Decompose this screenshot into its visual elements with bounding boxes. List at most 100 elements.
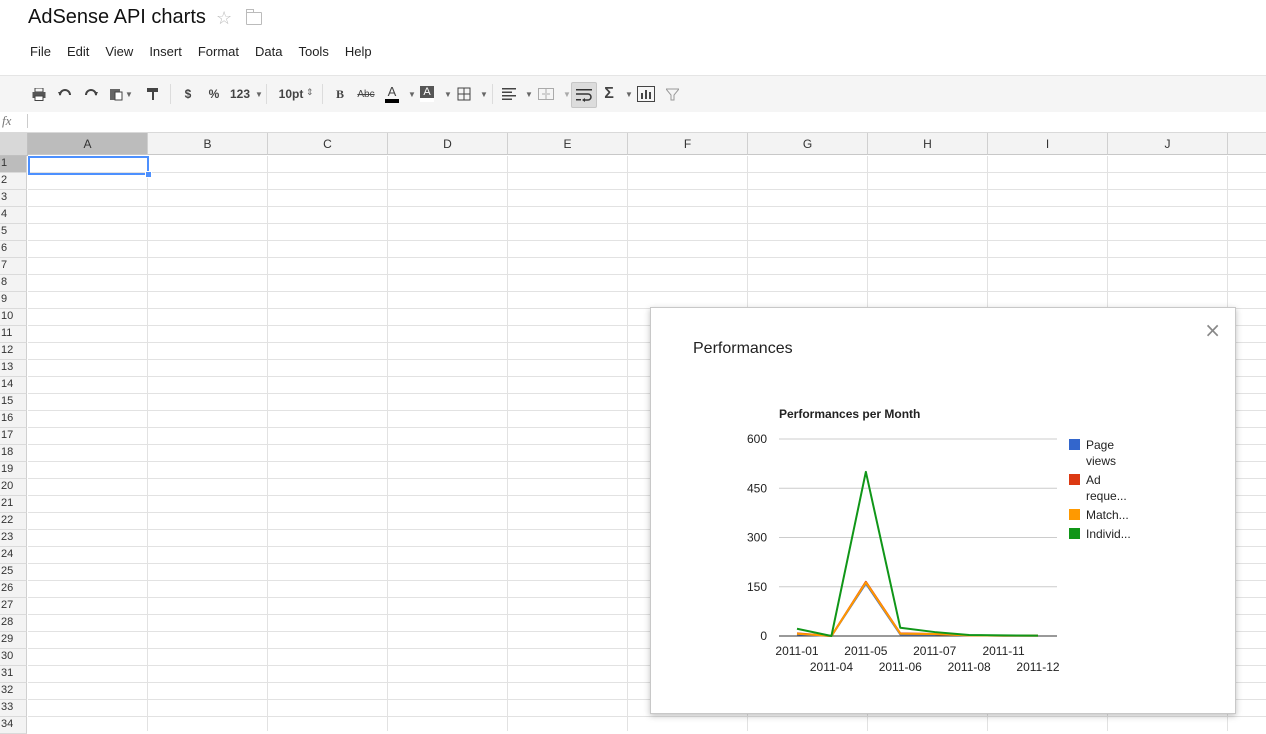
legend-label: reque... [1086,489,1127,503]
row-header-14[interactable]: 14 [0,377,27,394]
document-title[interactable]: AdSense API charts [28,6,206,29]
row-header-34[interactable]: 34 [0,717,27,734]
column-header-f[interactable]: F [628,133,748,155]
column-header-b[interactable]: B [148,133,268,155]
highlight-color-button[interactable]: A [417,82,437,106]
menu-insert[interactable]: Insert [149,44,182,59]
menu-help[interactable]: Help [345,44,372,59]
menu-tools[interactable]: Tools [298,44,328,59]
legend-swatch [1069,528,1080,539]
wrap-text-icon[interactable] [571,82,597,108]
fx-icon: fx [2,113,12,128]
x-tick-label: 2011-01 [775,644,818,658]
number-format-button[interactable]: 123 [228,82,252,106]
column-header-e[interactable]: E [508,133,628,155]
row-header-10[interactable]: 10 [0,309,27,326]
row-header-25[interactable]: 25 [0,564,27,581]
row-header-20[interactable]: 20 [0,479,27,496]
column-header-partial[interactable] [1228,133,1266,155]
chevron-down-icon[interactable]: ▼ [444,90,452,99]
row-header-12[interactable]: 12 [0,343,27,360]
filter-icon[interactable] [664,82,680,106]
folder-icon[interactable] [246,9,262,25]
column-header-j[interactable]: J [1108,133,1228,155]
percent-button[interactable]: % [206,82,222,106]
bold-button[interactable]: B [332,82,348,106]
row-header-24[interactable]: 24 [0,547,27,564]
legend-label: Page [1086,438,1114,452]
column-header-g[interactable]: G [748,133,868,155]
merge-icon[interactable] [536,82,556,106]
menu-edit[interactable]: Edit [67,44,89,59]
row-header-16[interactable]: 16 [0,411,27,428]
chart-panel[interactable]: × Performances Performances per Month 0 15… [650,307,1236,714]
chevron-down-icon[interactable]: ▼ [408,90,416,99]
column-header-h[interactable]: H [868,133,988,155]
currency-button[interactable]: $ [180,82,196,106]
row-header-11[interactable]: 11 [0,326,27,343]
undo-icon[interactable] [56,82,74,106]
row-header-2[interactable]: 2 [0,173,27,190]
chevron-down-icon[interactable]: ▼ [625,90,633,99]
select-all-corner[interactable] [0,133,28,156]
chevron-down-icon[interactable]: ▼ [525,90,533,99]
row-header-22[interactable]: 22 [0,513,27,530]
row-header-27[interactable]: 27 [0,598,27,615]
column-header-c[interactable]: C [268,133,388,155]
fill-handle[interactable] [145,171,152,178]
y-tick-label: 600 [747,432,767,446]
menu-file[interactable]: File [30,44,51,59]
row-header-9[interactable]: 9 [0,292,27,309]
row-header-15[interactable]: 15 [0,394,27,411]
column-header-i[interactable]: I [988,133,1108,155]
formula-bar: fx [0,112,1266,133]
row-header-18[interactable]: 18 [0,445,27,462]
row-header-23[interactable]: 23 [0,530,27,547]
legend-swatch [1069,509,1080,520]
row-header-21[interactable]: 21 [0,496,27,513]
chevron-down-icon[interactable]: ▼ [563,90,571,99]
legend-swatch [1069,439,1080,450]
row-header-4[interactable]: 4 [0,207,27,224]
column-header-d[interactable]: D [388,133,508,155]
functions-icon[interactable]: Σ [600,82,618,106]
stepper-arrows-icon[interactable]: ⇕ [306,87,314,98]
x-tick-label: 2011-05 [844,644,887,658]
star-icon[interactable]: ☆ [216,8,232,29]
strikethrough-button[interactable]: Abc [356,82,376,106]
redo-icon[interactable] [82,82,100,106]
menu-view[interactable]: View [105,44,133,59]
row-header-13[interactable]: 13 [0,360,27,377]
menu-format[interactable]: Format [198,44,239,59]
borders-icon[interactable] [455,82,473,106]
row-header-30[interactable]: 30 [0,649,27,666]
chevron-down-icon[interactable]: ▼ [255,90,263,99]
row-header-26[interactable]: 26 [0,581,27,598]
menu-data[interactable]: Data [255,44,282,59]
row-header-29[interactable]: 29 [0,632,27,649]
paint-format-icon[interactable] [144,82,162,106]
active-cell-a1[interactable] [28,156,149,175]
print-icon[interactable] [30,82,48,106]
row-header-17[interactable]: 17 [0,428,27,445]
row-header-33[interactable]: 33 [0,700,27,717]
chevron-down-icon[interactable]: ▼ [480,90,488,99]
formula-input[interactable] [27,114,28,128]
row-header-6[interactable]: 6 [0,241,27,258]
align-icon[interactable] [500,82,518,106]
row-header-5[interactable]: 5 [0,224,27,241]
insert-chart-icon[interactable] [636,82,656,106]
paste-icon[interactable]: ▼ [106,82,136,106]
text-color-button[interactable]: A [382,82,402,106]
row-header-19[interactable]: 19 [0,462,27,479]
column-header-a[interactable]: A [28,133,148,155]
row-header-1[interactable]: 1 [0,156,27,173]
toolbar: ▼ $ % 123 ▼ 10pt ⇕ B Abc A ▼ A ▼ ▼ ▼ ▼ Σ… [0,75,1266,113]
row-header-3[interactable]: 3 [0,190,27,207]
row-header-7[interactable]: 7 [0,258,27,275]
row-header-8[interactable]: 8 [0,275,27,292]
row-header-28[interactable]: 28 [0,615,27,632]
row-header-32[interactable]: 32 [0,683,27,700]
font-size-select[interactable]: 10pt [278,82,304,106]
row-header-31[interactable]: 31 [0,666,27,683]
